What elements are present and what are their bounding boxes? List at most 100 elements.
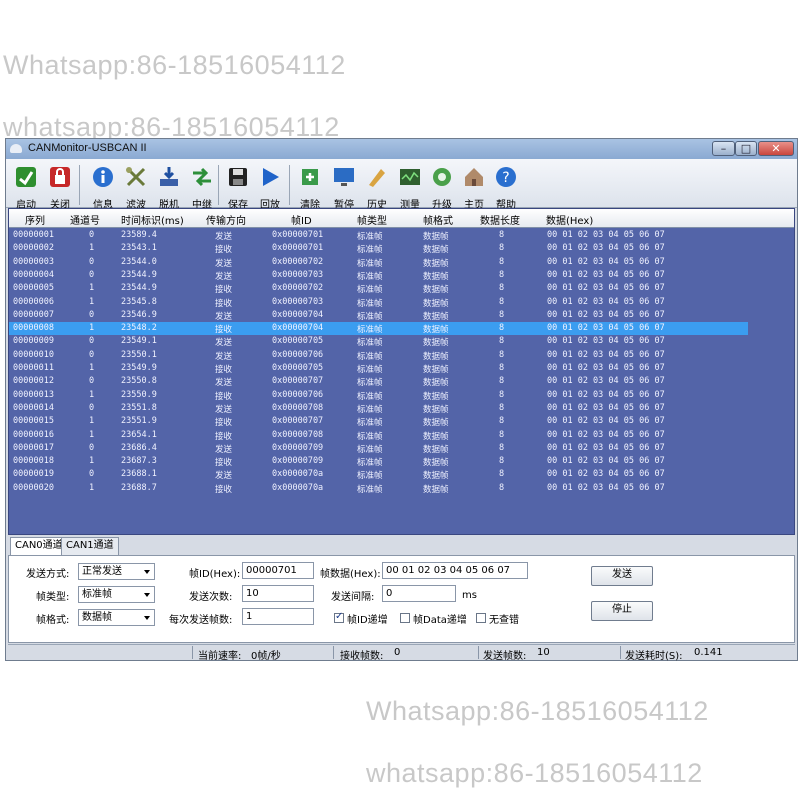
column-header[interactable]: 数据长度: [480, 212, 520, 227]
table-cell: 标准帧: [357, 298, 383, 309]
table-row[interactable]: 00000004 0 23544.9 发送 0x00000703 标准帧 数据帧 8 00 01…: [9, 269, 748, 282]
send-mode-select[interactable]: 正常发送: [78, 563, 155, 580]
table-row[interactable]: 00000010 0 23550.1 发送 0x00000706 标准帧 数据帧 8 00 01…: [9, 349, 748, 362]
table-cell: 23549.1: [121, 336, 157, 347]
table-row[interactable]: 00000008 1 23548.2 接收 0x00000704 标准帧 数据帧 8 00 01…: [9, 322, 748, 336]
column-header[interactable]: 数据(Hex): [546, 212, 593, 227]
column-header[interactable]: 序列: [25, 212, 45, 227]
table-row[interactable]: 00000017 0 23686.4 发送 0x00000709 标准帧 数据帧 8 00 01…: [9, 442, 748, 455]
column-header[interactable]: 通道号: [70, 212, 100, 227]
frame-id-input[interactable]: 00000701: [242, 562, 314, 579]
rate-value: 0帧/秒: [251, 651, 281, 662]
tab-can1[interactable]: CAN1通道: [61, 537, 119, 555]
column-header[interactable]: 时间标识(ms): [121, 212, 184, 227]
table-cell: 0x00000707: [272, 376, 324, 387]
table-row[interactable]: 00000003 0 23544.0 发送 0x00000702 标准帧 数据帧 8 00 01…: [9, 256, 748, 269]
save-icon: [226, 165, 250, 189]
table-cell: 接收: [215, 245, 233, 256]
minimize-button[interactable]: –: [712, 141, 735, 156]
frame-data-input[interactable]: 00 01 02 03 04 05 06 07: [382, 562, 528, 579]
chevron-down-icon: [144, 570, 150, 574]
toolbar-button-history[interactable]: 历史: [360, 163, 394, 211]
table-cell: 8: [499, 349, 505, 360]
table-row[interactable]: 00000009 0 23549.1 发送 0x00000705 标准帧 数据帧 8 00 01…: [9, 335, 748, 348]
table-cell: 数据帧: [423, 404, 449, 415]
column-header[interactable]: 帧ID: [291, 212, 312, 227]
no-error-check-checkbox[interactable]: [476, 613, 486, 623]
column-header[interactable]: 帧格式: [423, 212, 453, 227]
table-cell: 0: [89, 402, 95, 413]
table-row[interactable]: 00000015 1 23551.9 接收 0x00000707 标准帧 数据帧 8 00 01…: [9, 415, 748, 428]
table-cell: 00000019: [13, 469, 54, 480]
table-cell: 发送: [215, 258, 233, 269]
table-cell: 8: [499, 456, 505, 467]
table-cell: 00 01 02 03 04 05 06 07: [547, 283, 665, 294]
frame-format-select[interactable]: 数据帧: [78, 609, 155, 626]
table-cell: 8: [499, 283, 505, 294]
table-cell: 0x00000703: [272, 269, 324, 280]
toolbar-button-pause[interactable]: 暂停: [327, 163, 361, 211]
toolbar-button-relay[interactable]: 中继: [185, 163, 219, 211]
table-cell: 标准帧: [357, 404, 383, 415]
table-row[interactable]: 00000011 1 23549.9 接收 0x00000705 标准帧 数据帧 8 00 01…: [9, 362, 748, 375]
table-row[interactable]: 00000005 1 23544.9 接收 0x00000702 标准帧 数据帧 8 00 01…: [9, 282, 748, 295]
tab-can0[interactable]: CAN0通道: [10, 537, 68, 556]
column-header[interactable]: 帧类型: [357, 212, 387, 227]
sent-frames-label: 发送帧数:: [483, 651, 527, 662]
data-increment-checkbox[interactable]: [400, 613, 410, 623]
watermark-text: Whatsapp:86-18516054112: [3, 50, 346, 80]
frame-type-select[interactable]: 标准帧: [78, 586, 155, 603]
toolbar-button-measure[interactable]: 测量: [393, 163, 427, 211]
table-row[interactable]: 00000018 1 23687.3 接收 0x00000709 标准帧 数据帧 8 00 01…: [9, 455, 748, 468]
toolbar-button-upgrade[interactable]: 升级: [425, 163, 459, 211]
playback-icon: [258, 165, 282, 189]
message-grid[interactable]: 序列 通道号 时间标识(ms) 传输方向 帧ID 帧类型 帧格式 数据长度 数据(Hex) 00…: [8, 208, 795, 535]
send-count-label: 发送次数:: [189, 592, 233, 603]
frames-per-send-input[interactable]: 1: [242, 608, 314, 625]
table-row[interactable]: 00000002 1 23543.1 接收 0x00000701 标准帧 数据帧 8 00 01…: [9, 242, 748, 255]
table-cell: 8: [499, 243, 505, 254]
table-cell: 00 01 02 03 04 05 06 07: [547, 296, 665, 307]
table-cell: 接收: [215, 365, 233, 375]
title-bar[interactable]: CANMonitor-USBCAN II – □ ✕: [6, 139, 797, 159]
close-window-button[interactable]: ✕: [758, 141, 794, 156]
table-cell: 8: [499, 482, 505, 493]
toolbar-button-close-device[interactable]: 关闭: [43, 163, 77, 211]
table-cell: 00 01 02 03 04 05 06 07: [547, 402, 665, 413]
table-cell: 接收: [215, 285, 233, 296]
table-row[interactable]: 00000001 0 23589.4 发送 0x00000701 标准帧 数据帧 8 00 01…: [9, 229, 748, 242]
stop-button[interactable]: 停止: [591, 601, 653, 621]
column-header[interactable]: 传输方向: [206, 212, 246, 227]
toolbar-button-info[interactable]: 信息: [86, 163, 120, 211]
send-interval-input[interactable]: 0: [382, 585, 456, 602]
toolbar-button-clear[interactable]: 清除: [293, 163, 327, 211]
send-count-input[interactable]: 10: [242, 585, 314, 602]
toolbar-button-start[interactable]: 启动: [9, 163, 43, 211]
toolbar-button-offline[interactable]: 脱机: [152, 163, 186, 211]
table-cell: 1: [89, 482, 95, 493]
frame-format-value: 数据帧: [82, 612, 112, 623]
table-cell: 23550.8: [121, 376, 157, 387]
toolbar-button-playback[interactable]: 回放: [253, 163, 287, 211]
table-row[interactable]: 00000007 0 23546.9 发送 0x00000704 标准帧 数据帧 8 00 01…: [9, 309, 748, 322]
table-cell: 00 01 02 03 04 05 06 07: [547, 429, 665, 440]
send-button[interactable]: 发送: [591, 566, 653, 586]
table-row[interactable]: 00000012 0 23550.8 发送 0x00000707 标准帧 数据帧 8 00 01…: [9, 375, 748, 388]
table-cell: 00000012: [13, 376, 54, 387]
table-row[interactable]: 00000020 1 23688.7 接收 0x0000070a 标准帧 数据帧 8 00 01…: [9, 482, 748, 495]
home-icon: [462, 165, 486, 189]
no-error-check-label: 无查错: [489, 615, 519, 626]
table-cell: 0x0000070a: [272, 469, 324, 480]
table-row[interactable]: 00000013 1 23550.9 接收 0x00000706 标准帧 数据帧 8 00 01…: [9, 389, 748, 402]
table-row[interactable]: 00000006 1 23545.8 接收 0x00000703 标准帧 数据帧 8 00 01…: [9, 296, 748, 309]
table-row[interactable]: 00000016 1 23654.1 接收 0x00000708 标准帧 数据帧 8 00 01…: [9, 429, 748, 442]
toolbar-button-save[interactable]: 保存: [221, 163, 255, 211]
table-cell: 1: [89, 389, 95, 400]
toolbar-button-filter[interactable]: 滤波: [119, 163, 153, 211]
id-increment-checkbox[interactable]: [334, 611, 344, 623]
toolbar-button-help[interactable]: ? 帮助: [489, 163, 523, 211]
maximize-button[interactable]: □: [735, 141, 757, 156]
table-row[interactable]: 00000019 0 23688.1 发送 0x0000070a 标准帧 数据帧 8 00 01…: [9, 468, 748, 481]
table-row[interactable]: 00000014 0 23551.8 发送 0x00000708 标准帧 数据帧 8 00 01…: [9, 402, 748, 415]
toolbar-button-home[interactable]: 主页: [457, 163, 491, 211]
